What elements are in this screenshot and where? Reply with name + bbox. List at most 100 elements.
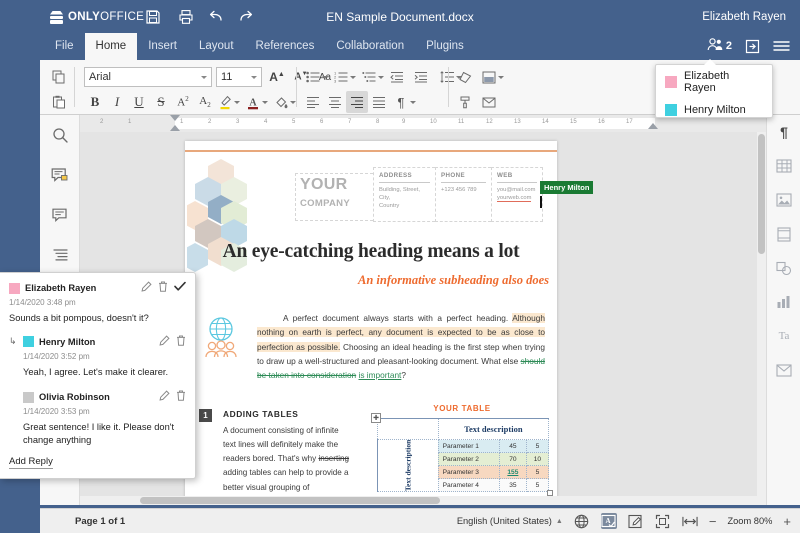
table-cell-label[interactable]: Parameter 1	[438, 440, 499, 453]
table-cell-label[interactable]: Parameter 3	[438, 466, 499, 479]
tab-collaboration[interactable]: Collaboration	[325, 33, 415, 60]
align-left-icon[interactable]	[302, 91, 324, 113]
reply-header: Henry Milton	[23, 334, 186, 350]
superscript-icon[interactable]: A2	[172, 91, 194, 113]
tab-plugins[interactable]: Plugins	[415, 33, 475, 60]
headings-navigation-icon[interactable]	[40, 235, 80, 275]
multilevel-list-dropdown-icon[interactable]	[376, 66, 385, 88]
table-settings-icon[interactable]	[767, 149, 800, 183]
chat-icon[interactable]	[40, 195, 80, 235]
mail-merge-settings-icon[interactable]	[767, 353, 800, 387]
tab-layout[interactable]: Layout	[188, 33, 245, 60]
subscript-icon[interactable]: A2	[194, 91, 216, 113]
vertical-scroll-thumb[interactable]	[758, 134, 765, 254]
tab-references[interactable]: References	[245, 33, 326, 60]
first-line-indent-marker[interactable]	[170, 115, 180, 121]
text-art-settings-icon[interactable]: Ta	[767, 319, 800, 353]
increase-font-size-icon[interactable]: A▲	[266, 66, 288, 88]
spellcheck-icon[interactable]: A	[601, 513, 617, 529]
highlight-color-dropdown-icon[interactable]	[232, 91, 241, 113]
bold-icon[interactable]: B	[84, 91, 106, 113]
edit-icon[interactable]	[141, 280, 152, 296]
table-cell-value2[interactable]: 5	[526, 466, 548, 479]
formatting-marks-dropdown-icon[interactable]	[408, 91, 417, 113]
decrease-indent-icon[interactable]	[386, 66, 408, 88]
hamburger-menu-icon[interactable]	[773, 39, 790, 53]
numbered-list-dropdown-icon[interactable]	[348, 66, 357, 88]
table-cell-value1[interactable]: 70	[499, 453, 526, 466]
comments-panel[interactable]: Elizabeth Rayen 1/14/2020 3:48 pm Sounds…	[0, 272, 196, 479]
fit-page-icon[interactable]	[655, 513, 671, 529]
fit-width-icon[interactable]	[682, 513, 698, 529]
search-icon[interactable]	[40, 115, 80, 155]
text-box-settings-icon[interactable]	[767, 217, 800, 251]
collaborator-row-henry[interactable]: Henry Milton	[656, 99, 772, 121]
horizontal-scrollbar[interactable]	[80, 496, 757, 505]
table-cell-value2[interactable]: 5	[526, 440, 548, 453]
track-changes-icon[interactable]	[628, 513, 644, 529]
font-size-combo[interactable]: 11	[216, 67, 262, 87]
image-settings-icon[interactable]	[767, 183, 800, 217]
language-selector[interactable]: English (United States) ▲	[457, 516, 563, 526]
add-reply-button[interactable]: Add Reply	[9, 456, 53, 469]
italic-icon[interactable]: I	[106, 91, 128, 113]
delete-icon[interactable]	[176, 334, 186, 350]
format-painter-icon[interactable]	[454, 91, 476, 113]
mail-merge-icon[interactable]	[478, 91, 500, 113]
right-indent-marker[interactable]	[648, 123, 658, 129]
shading-dropdown-icon[interactable]	[496, 66, 505, 88]
resolve-icon[interactable]	[174, 280, 186, 296]
chart-settings-icon[interactable]	[767, 285, 800, 319]
left-indent-marker[interactable]	[170, 125, 180, 131]
zoom-in-button[interactable]: +	[783, 515, 791, 528]
users-icon	[707, 37, 724, 55]
data-table-wrapper[interactable]: Text description Text description Parame…	[377, 418, 549, 492]
font-color-dropdown-icon[interactable]	[260, 91, 269, 113]
delete-icon[interactable]	[158, 280, 168, 296]
table-row[interactable]: Text description Parameter 1 45 5	[378, 440, 549, 453]
align-center-icon[interactable]	[324, 91, 346, 113]
edit-icon[interactable]	[159, 389, 170, 405]
table-cell-value1[interactable]: 35	[499, 479, 526, 492]
delete-icon[interactable]	[176, 389, 186, 405]
underline-icon[interactable]: U	[128, 91, 150, 113]
strikethrough-icon[interactable]: S	[150, 91, 172, 113]
table-cell-label[interactable]: Parameter 2	[438, 453, 499, 466]
zoom-level[interactable]: Zoom 80%	[727, 516, 772, 526]
table-move-handle[interactable]: ✚	[371, 413, 381, 423]
document-page[interactable]: YOUR COMPANY ADDRESS Building, Street, C…	[185, 141, 557, 505]
edit-icon[interactable]	[159, 334, 170, 350]
collaborator-row-elizabeth[interactable]: Elizabeth Rayen	[656, 65, 772, 99]
table-cell-value2[interactable]: 10	[526, 453, 548, 466]
data-table[interactable]: Text description Text description Parame…	[377, 418, 549, 492]
align-right-icon[interactable]	[346, 91, 368, 113]
reply-actions	[159, 334, 186, 350]
collaborators-button[interactable]: 2	[707, 37, 732, 55]
table-cell-value1[interactable]: 45	[499, 440, 526, 453]
align-justify-icon[interactable]	[368, 91, 390, 113]
collaborator-cursor-label: Henry Milton	[540, 181, 593, 194]
table-cell-label[interactable]: Parameter 4	[438, 479, 499, 492]
horizontal-scroll-thumb[interactable]	[140, 497, 440, 504]
body-paragraph[interactable]: A perfect document always starts with a …	[257, 311, 545, 382]
tab-insert[interactable]: Insert	[137, 33, 188, 60]
tab-home[interactable]: Home	[85, 33, 138, 60]
bullet-list-dropdown-icon[interactable]	[320, 66, 329, 88]
increase-indent-icon[interactable]	[410, 66, 432, 88]
shape-settings-icon[interactable]	[767, 251, 800, 285]
clear-style-icon[interactable]	[454, 66, 476, 88]
paste-icon[interactable]	[48, 91, 70, 113]
font-name-combo[interactable]: Arial	[84, 67, 212, 87]
share-icon[interactable]	[745, 39, 760, 54]
tab-file[interactable]: File	[44, 33, 85, 60]
copy-icon[interactable]	[48, 66, 70, 88]
comments-icon[interactable]	[40, 155, 80, 195]
zoom-out-button[interactable]: −	[709, 515, 717, 528]
vertical-scrollbar[interactable]	[757, 132, 766, 505]
set-language-icon[interactable]	[574, 513, 590, 529]
table-cell-value1[interactable]: 155	[499, 466, 526, 479]
table-cell-value2[interactable]: 5	[526, 479, 548, 492]
company-name-block: YOUR COMPANY	[295, 173, 373, 221]
ruler-mark: 14	[542, 119, 549, 125]
section-body[interactable]: A document consisting of infinite text l…	[223, 424, 353, 505]
